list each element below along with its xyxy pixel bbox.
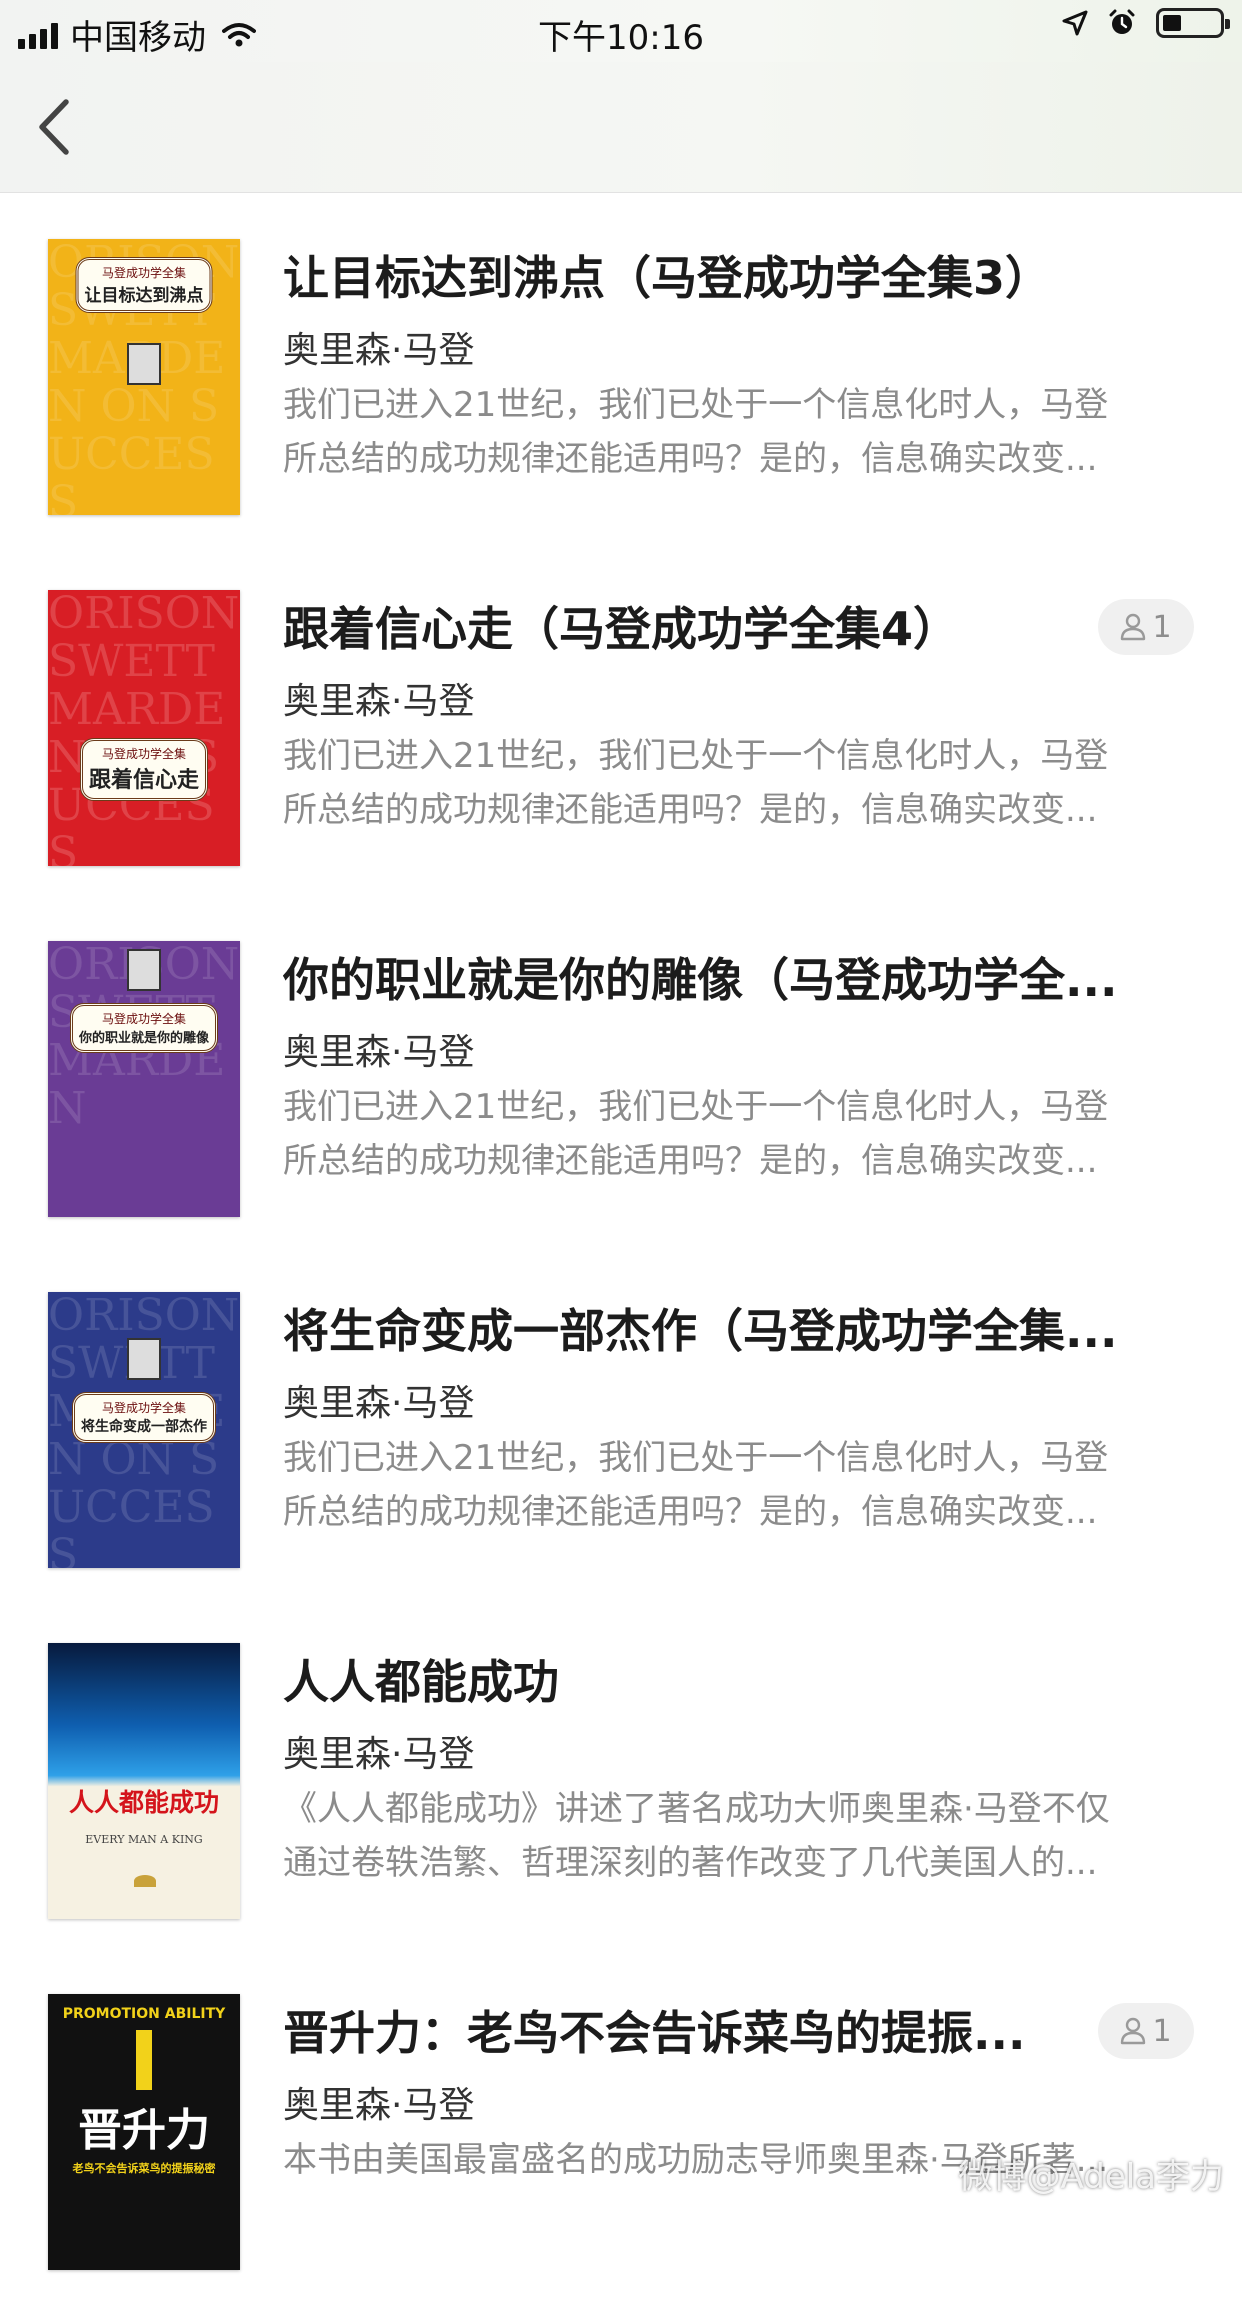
reader-count: 1 xyxy=(1152,609,1172,645)
book-list-item[interactable]: ORISON SWETT MARDEN ON SUCCESS 马登成功学全集 跟… xyxy=(0,544,1242,895)
book-cover: 人人都能成功 EVERY MAN A KING xyxy=(48,1643,240,1919)
cover-name: 你的职业就是你的雕像 xyxy=(78,1031,210,1046)
alarm-icon xyxy=(1109,9,1135,34)
reader-count-badge[interactable]: 1 xyxy=(1098,2003,1194,2059)
status-time: 下午10:16 xyxy=(538,18,704,58)
cover-subtitle: 老鸟不会告诉菜鸟的提振秘密 xyxy=(72,2162,216,2175)
cover-arc-text: PROMOTION ABILITY xyxy=(62,2006,226,2022)
book-title: 人人都能成功 xyxy=(283,1655,559,1709)
book-list-item[interactable]: ORISON SWETT MARDEN ON SUCCESS 马登成功学全集 让… xyxy=(0,193,1242,544)
book-cover: ORISON SWETT MARDEN ON SUCCESS 马登成功学全集 跟… xyxy=(48,590,240,866)
cover-name: 人人都能成功 xyxy=(68,1788,219,1817)
cover-title-label: 马登成功学全集 你的职业就是你的雕像 xyxy=(69,1003,219,1053)
book-title: 你的职业就是你的雕像（马登成功学全... xyxy=(283,953,1118,1007)
reader-count: 1 xyxy=(1152,2013,1172,2049)
book-description: 我们已进入21世纪，我们已处于一个信息化时人，马登 所总结的成功规律还能适用吗？… xyxy=(283,736,1109,830)
book-author: 奥里森·马登 xyxy=(283,1032,475,1073)
author-portrait xyxy=(127,1338,161,1380)
book-title: 让目标达到沸点（马登成功学全集3） xyxy=(283,251,1052,305)
book-list-item[interactable]: ORISON SWETT MARDEN 马登成功学全集 你的职业就是你的雕像 你… xyxy=(0,895,1242,1246)
book-list: ORISON SWETT MARDEN ON SUCCESS 马登成功学全集 让… xyxy=(0,193,1242,2299)
cover-series: 马登成功学全集 xyxy=(101,266,186,280)
book-list-item[interactable]: ORISON SWETT MARDEN ON SUCCESS 马登成功学全集 将… xyxy=(0,1246,1242,1597)
cover-emblem xyxy=(134,1875,156,1887)
person-icon xyxy=(1121,613,1146,641)
book-author: 奥里森·马登 xyxy=(283,330,475,371)
cover-name: 跟着信心走 xyxy=(88,767,200,793)
book-title: 将生命变成一部杰作（马登成功学全集... xyxy=(283,1304,1118,1358)
cover-title-label: 马登成功学全集 将生命变成一部杰作 xyxy=(72,1392,216,1443)
cover-background-text: ORISON SWETT MARDEN ON SUCCESS xyxy=(48,590,240,866)
chevron-left-icon xyxy=(39,99,69,155)
cover-title-label: 马登成功学全集 跟着信心走 xyxy=(79,738,209,801)
cover-series: 马登成功学全集 xyxy=(101,747,187,761)
book-cover: ORISON SWETT MARDEN ON SUCCESS 马登成功学全集 将… xyxy=(48,1292,240,1568)
book-author: 奥里森·马登 xyxy=(283,681,475,722)
cover-name: 将生命变成一部杰作 xyxy=(81,1419,207,1435)
book-title: 跟着信心走（马登成功学全集4） xyxy=(283,602,960,656)
nav-bar xyxy=(0,62,1242,193)
book-description: 我们已进入21世纪，我们已处于一个信息化时人，马登 所总结的成功规律还能适用吗？… xyxy=(283,1087,1109,1181)
book-description: 我们已进入21世纪，我们已处于一个信息化时人，马登 所总结的成功规律还能适用吗？… xyxy=(283,385,1109,479)
book-author: 奥里森·马登 xyxy=(283,2085,475,2126)
author-portrait xyxy=(127,343,161,385)
book-description: 《人人都能成功》讲述了著名成功大师奥里森·马登不仅 通过卷轶浩繁、哲理深刻的著作… xyxy=(283,1789,1110,1883)
cover-series: 马登成功学全集 xyxy=(101,1401,186,1415)
book-author: 奥里森·马登 xyxy=(283,1383,475,1424)
watermark: 微博@Adela李力 xyxy=(958,2157,1224,2197)
book-title: 晋升力：老鸟不会告诉菜鸟的提振... xyxy=(283,2006,1026,2060)
cover-name: 晋升力 xyxy=(78,2105,210,2156)
back-button[interactable] xyxy=(30,92,90,162)
book-cover: ORISON SWETT MARDEN ON SUCCESS 马登成功学全集 让… xyxy=(48,239,240,515)
cover-title-label: 马登成功学全集 让目标达到沸点 xyxy=(75,257,213,313)
book-list-item[interactable]: PROMOTION ABILITY 晋升力 老鸟不会告诉菜鸟的提振秘密 晋升力：… xyxy=(0,1948,1242,2299)
cover-subtitle: EVERY MAN A KING xyxy=(85,1833,203,1846)
battery-icon xyxy=(1156,8,1230,38)
cover-arrow xyxy=(136,2030,152,2090)
book-list-item[interactable]: 人人都能成功 EVERY MAN A KING 人人都能成功 奥里森·马登 《人… xyxy=(0,1597,1242,1948)
book-author: 奥里森·马登 xyxy=(283,1734,475,1775)
author-portrait xyxy=(127,949,161,991)
book-cover: ORISON SWETT MARDEN 马登成功学全集 你的职业就是你的雕像 xyxy=(48,941,240,1217)
cover-name: 让目标达到沸点 xyxy=(84,286,204,306)
person-icon xyxy=(1121,2017,1146,2045)
reader-count-badge[interactable]: 1 xyxy=(1098,599,1194,655)
status-bar: 中国移动 下午10:16 xyxy=(0,0,1242,62)
book-cover: PROMOTION ABILITY 晋升力 老鸟不会告诉菜鸟的提振秘密 xyxy=(48,1994,240,2270)
cover-series: 马登成功学全集 xyxy=(101,1012,187,1026)
book-description: 我们已进入21世纪，我们已处于一个信息化时人，马登 所总结的成功规律还能适用吗？… xyxy=(283,1438,1109,1532)
location-arrow-icon xyxy=(1062,10,1088,36)
